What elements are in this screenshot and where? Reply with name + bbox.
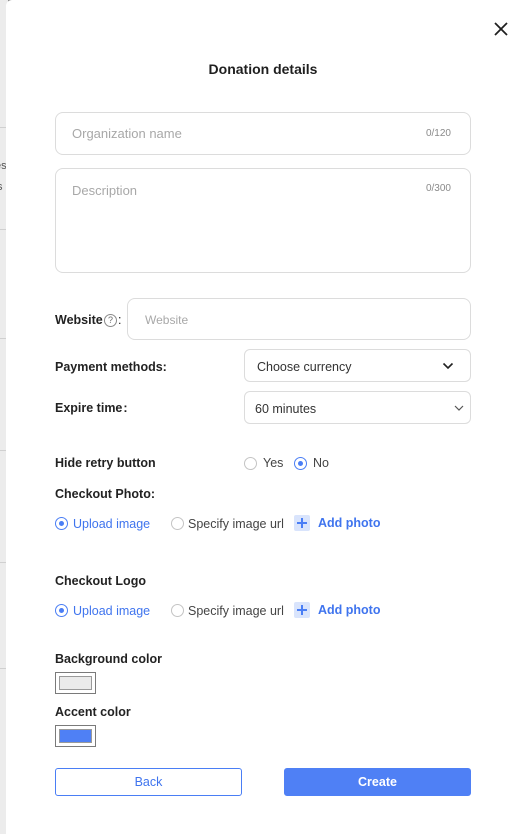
website-colon: : bbox=[118, 313, 122, 327]
hide-retry-no-radio[interactable] bbox=[294, 457, 307, 470]
expire-time-select[interactable]: 60 minutes bbox=[244, 391, 471, 424]
close-button[interactable] bbox=[490, 18, 512, 40]
hide-retry-yes-label[interactable]: Yes bbox=[263, 456, 283, 470]
hide-retry-label: Hide retry button bbox=[55, 456, 156, 470]
description-placeholder: Description bbox=[72, 183, 138, 198]
background-color-swatch[interactable] bbox=[55, 672, 96, 694]
back-button[interactable]: Back bbox=[55, 768, 242, 796]
checkout-photo-upload-radio[interactable] bbox=[55, 517, 68, 530]
checkout-logo-add-button[interactable]: Add photo bbox=[318, 603, 380, 617]
add-photo-icon[interactable] bbox=[294, 602, 310, 618]
question-circle-icon[interactable]: ? bbox=[104, 314, 117, 327]
expire-time-label: Expire time : bbox=[55, 401, 128, 415]
background-color-label: Background color bbox=[55, 652, 162, 666]
description-counter: 0/300 bbox=[425, 183, 451, 194]
background-color-fill bbox=[59, 676, 92, 690]
payment-methods-value: Choose currency bbox=[257, 360, 352, 374]
create-button[interactable]: Create bbox=[284, 768, 471, 796]
checkout-logo-label: Checkout Logo bbox=[55, 574, 146, 588]
checkout-logo-upload-radio[interactable] bbox=[55, 604, 68, 617]
checkout-photo-add-button[interactable]: Add photo bbox=[318, 516, 380, 530]
close-icon bbox=[494, 22, 508, 36]
website-placeholder: Website bbox=[145, 313, 189, 327]
payment-methods-select[interactable]: Choose currency bbox=[244, 349, 471, 382]
description-textarea[interactable]: Description 0/300 bbox=[55, 168, 471, 273]
add-photo-icon[interactable] bbox=[294, 515, 310, 531]
website-label: Website bbox=[55, 313, 103, 327]
donation-details-modal: Donation details Organization name 0/120… bbox=[6, 0, 520, 834]
checkout-photo-upload-label[interactable]: Upload image bbox=[73, 517, 150, 531]
background-text: s bbox=[0, 181, 3, 193]
organization-name-counter: 0/120 bbox=[425, 128, 451, 139]
expire-time-value: 60 minutes bbox=[255, 402, 317, 416]
accent-color-label: Accent color bbox=[55, 705, 131, 719]
organization-name-input[interactable]: Organization name 0/120 bbox=[55, 112, 471, 155]
chevron-down-icon bbox=[442, 362, 454, 370]
checkout-photo-url-label[interactable]: Specify image url bbox=[188, 517, 284, 531]
checkout-photo-url-radio[interactable] bbox=[171, 517, 184, 530]
checkout-logo-url-label[interactable]: Specify image url bbox=[188, 604, 284, 618]
modal-title: Donation details bbox=[208, 61, 318, 77]
payment-methods-label: Payment methods: bbox=[55, 360, 167, 374]
checkout-logo-url-radio[interactable] bbox=[171, 604, 184, 617]
chevron-down-icon bbox=[454, 405, 464, 411]
accent-color-fill bbox=[59, 729, 92, 743]
website-input[interactable]: Website bbox=[127, 298, 471, 340]
accent-color-swatch[interactable] bbox=[55, 725, 96, 747]
organization-name-placeholder: Organization name bbox=[72, 126, 182, 141]
hide-retry-yes-radio[interactable] bbox=[244, 457, 257, 470]
checkout-logo-upload-label[interactable]: Upload image bbox=[73, 604, 150, 618]
hide-retry-no-label[interactable]: No bbox=[313, 456, 329, 470]
checkout-photo-label: Checkout Photo: bbox=[55, 487, 155, 501]
